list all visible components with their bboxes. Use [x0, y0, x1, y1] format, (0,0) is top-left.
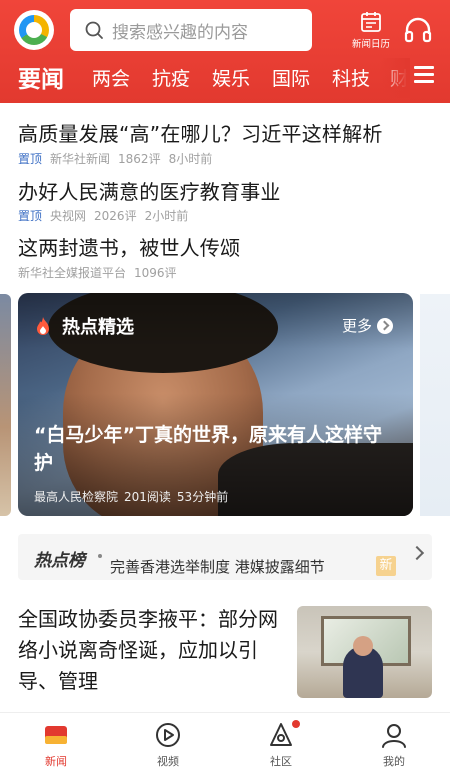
- nav-video[interactable]: 视频: [138, 721, 198, 769]
- nav-profile[interactable]: 我的: [364, 721, 424, 769]
- source: 新华社全媒报道平台: [18, 266, 127, 280]
- article-title[interactable]: 全国政协委员李掖平：部分网络小说离奇怪诞，应加以引导、管理: [18, 604, 288, 697]
- tab-yaowen[interactable]: 要闻: [18, 60, 64, 94]
- hot-picks-card[interactable]: 热点精选 更多 “白马少年”丁真的世界，原来有人这样守护 最高人民检察院 201阅…: [18, 293, 413, 516]
- carousel-prev-card[interactable]: [0, 294, 11, 516]
- card-meta: 最高人民检察院 201阅读 53分钟前: [34, 488, 234, 505]
- headline-title-2[interactable]: 办好人民满意的医疗教育事业: [18, 176, 281, 205]
- tab-lianghui[interactable]: 两会: [92, 64, 130, 91]
- hot-rank-label: 热点榜: [34, 551, 85, 571]
- new-badge: 新: [376, 556, 396, 576]
- nav-video-label: 视频: [157, 755, 179, 768]
- app-logo-icon[interactable]: [14, 10, 54, 50]
- hot-picks-header: 热点精选: [34, 313, 134, 339]
- hot-rank-headline: 完善香港选举制度 港媒披露细节: [110, 558, 325, 576]
- source: 央视网: [50, 209, 87, 223]
- comment-count: 1096评: [134, 266, 177, 280]
- tab-keji[interactable]: 科技: [332, 64, 370, 91]
- nav-news[interactable]: 新闻: [26, 721, 86, 769]
- top-header: 搜索感兴趣的内容 新闻日历 要闻 两会 抗疫 娱乐 国际 科技 财: [0, 0, 450, 103]
- comment-count: 1862评: [118, 152, 161, 166]
- fire-icon: [37, 317, 49, 335]
- tab-guoji[interactable]: 国际: [272, 64, 310, 91]
- tab-fade: [380, 58, 410, 98]
- time: 8小时前: [168, 152, 213, 166]
- comment-count: 2026评: [94, 209, 137, 223]
- nav-community[interactable]: 社区: [251, 721, 311, 769]
- notification-dot: [292, 720, 300, 728]
- play-icon: [156, 723, 180, 747]
- headphone-icon[interactable]: [402, 14, 434, 46]
- menu-icon[interactable]: [414, 66, 434, 84]
- card-title: “白马少年”丁真的世界，原来有人这样守护: [34, 424, 382, 474]
- chevron-right-icon: [409, 545, 425, 561]
- headline-title-1[interactable]: 高质量发展“高”在哪儿？习近平这样解析: [18, 118, 383, 147]
- separator-dot: [98, 554, 102, 558]
- article-thumbnail[interactable]: [297, 606, 432, 698]
- more-button[interactable]: 更多: [342, 315, 394, 336]
- hot-rank-bar[interactable]: 热点榜 完善香港选举制度 港媒披露细节 新: [18, 534, 432, 580]
- nav-community-label: 社区: [270, 755, 292, 768]
- news-calendar-button[interactable]: 新闻日历: [348, 10, 394, 52]
- carousel-next-card[interactable]: [420, 294, 450, 516]
- thumb-head: [353, 636, 373, 656]
- search-input[interactable]: 搜索感兴趣的内容: [70, 9, 312, 51]
- nav-profile-label: 我的: [383, 755, 405, 768]
- pinned-badge: 置顶: [18, 152, 43, 166]
- calendar-label: 新闻日历: [351, 39, 390, 50]
- nav-news-label: 新闻: [45, 755, 67, 768]
- chevron-right-icon: [377, 317, 394, 334]
- hot-picks-heading: 热点精选: [62, 317, 134, 338]
- bottom-nav: 新闻 视频 社区 我的: [0, 712, 450, 778]
- profile-icon: [382, 724, 406, 748]
- headline-meta-3: 新华社全媒报道平台 1096评: [18, 264, 185, 281]
- calendar-icon: [361, 12, 381, 32]
- headline-title-3[interactable]: 这两封遗书，被世人传颂: [18, 232, 240, 261]
- card-reads: 201阅读: [124, 490, 171, 504]
- community-icon: [270, 723, 292, 746]
- time: 2小时前: [144, 209, 189, 223]
- tab-kangyi[interactable]: 抗疫: [152, 64, 190, 91]
- search-icon: [85, 21, 103, 39]
- more-label: 更多: [342, 317, 373, 335]
- search-placeholder: 搜索感兴趣的内容: [112, 22, 248, 43]
- news-icon: [45, 726, 67, 744]
- tab-yule[interactable]: 娱乐: [212, 64, 250, 91]
- source: 新华社新闻: [50, 152, 111, 166]
- pinned-badge: 置顶: [18, 209, 43, 223]
- headline-meta-2: 置顶 央视网 2026评 2小时前: [18, 207, 188, 224]
- card-source: 最高人民检察院: [34, 490, 119, 504]
- headline-meta-1: 置顶 新华社新闻 1862评 8小时前: [18, 150, 212, 167]
- card-time: 53分钟前: [176, 490, 229, 504]
